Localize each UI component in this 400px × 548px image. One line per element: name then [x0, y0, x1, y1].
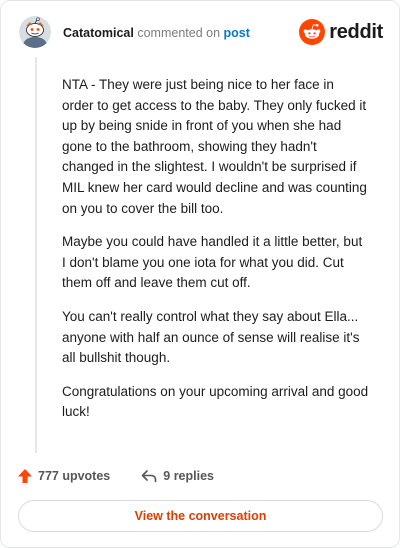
byline-action-text: commented on	[137, 26, 221, 40]
reddit-logo-icon	[299, 19, 326, 45]
comment-paragraph: Maybe you could have handled it a little…	[62, 234, 363, 291]
upvote-arrow-icon	[18, 469, 32, 483]
thread-line	[35, 57, 37, 453]
comment-byline: Catatomical commented on post	[63, 25, 250, 41]
author-name[interactable]: Catatomical	[63, 26, 134, 40]
post-link[interactable]: post	[224, 26, 250, 40]
comment-paragraph: You can't really control what they say a…	[62, 308, 360, 366]
upvote-button[interactable]: 777 upvotes	[17, 468, 110, 484]
comment-actions: 777 upvotes 9 replies	[17, 465, 214, 487]
reply-arrow-icon	[141, 470, 157, 483]
comment-paragraph: Congratulations on your upcoming arrival…	[62, 383, 369, 420]
comment-header: Catatomical commented on post reddit	[19, 15, 383, 51]
user-avatar[interactable]	[19, 16, 51, 48]
reddit-wordmark: reddit	[329, 21, 383, 43]
comment-paragraph: NTA - They were just being nice to her f…	[62, 77, 367, 216]
upvote-count: 777 upvotes	[38, 469, 111, 483]
view-conversation-button[interactable]: View the conversation	[18, 500, 383, 532]
comment-body: NTA - They were just being nice to her f…	[62, 75, 369, 436]
comment-card: Catatomical commented on post reddit NTA…	[0, 0, 400, 548]
replies-button[interactable]: 9 replies	[140, 468, 214, 484]
snoo-avatar-icon	[19, 16, 51, 48]
replies-count: 9 replies	[163, 469, 214, 483]
reddit-brand[interactable]: reddit	[299, 19, 383, 45]
